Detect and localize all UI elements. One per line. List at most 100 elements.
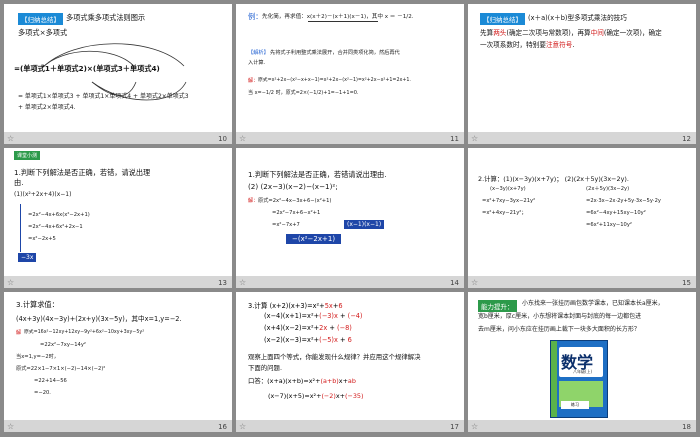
- solution-line-1: 原式=2x²−4x−3x+6−(x²+1): [258, 198, 332, 204]
- highlight-middle: 中间: [590, 29, 604, 37]
- star-icon: ☆: [239, 134, 247, 143]
- slide-number: 16: [218, 423, 227, 431]
- cover-caption: 练习: [561, 401, 589, 409]
- highlight-ends: 两头: [493, 29, 507, 37]
- slide-15[interactable]: 2.计算：(1)(x−3y)(x+7y)； (2)(2x＋5y)(3x−2y).…: [468, 148, 696, 288]
- star-icon: ☆: [7, 134, 15, 143]
- slide-grid: { "slides": [ { "num": "10", "tag": "【归纳…: [0, 0, 700, 437]
- observe-line-2: 下面的问题.: [248, 364, 282, 372]
- question-line-1: 1.判断下列解法是否正确，若错请说出理由.: [248, 170, 387, 179]
- solution-line-5: =22+14−56: [34, 378, 67, 384]
- solution-line-2: =22x²−7xy−14y²: [40, 342, 86, 348]
- star-icon: ☆: [7, 278, 15, 287]
- correction-box-2: −(x²−2x+1): [286, 234, 342, 244]
- slide-number: 11: [450, 135, 459, 143]
- solution-tag: 解: [16, 330, 22, 336]
- work-line-3: =x²−2x+5: [28, 236, 56, 242]
- slide-14[interactable]: 1.判断下列解法是否正确，若错请说出理由. (2) (2x−3)(x−2)−(x…: [236, 148, 464, 288]
- part-a-line-2: =x²+7xy−3yx−21y²: [482, 198, 536, 204]
- slide-number: 17: [450, 423, 459, 431]
- question-line-2: (2) (2x−3)(x−2)−(x−1)²;: [248, 182, 338, 191]
- calc-line-3: (x+4)(x−2)=x²+2x + (−8): [264, 324, 352, 332]
- slide-17[interactable]: 3.计算 (x+2)(x+3)=x²+5x+6 (x−4)(x+1)=x²+(−…: [236, 292, 464, 432]
- slide-11[interactable]: 例： 先化简，再求值：x(x＋2)－(x＋1)(x－1)，其中 x ＝ －1/2…: [236, 4, 464, 144]
- part-b-line-2: =2x·3x−2x·2y+5y·3x−5y·2y: [586, 198, 661, 204]
- calc-line-1: 3.计算 (x+2)(x+3)=x²+5x+6: [248, 302, 343, 310]
- slide-16[interactable]: 3.计算求值： (4x+3y)(4x−3y)+(2x+y)(3x−5y)，其中x…: [4, 292, 232, 432]
- quiz-tag: 课堂小测: [14, 151, 41, 160]
- tip-line-2: 一次项系数时，特别要注意符号.: [480, 41, 575, 49]
- oral-answer-line-1: 口答：(x+a)(x+b)=x²+(a+b)x+ab: [248, 377, 356, 385]
- solution-line-6: =−20.: [34, 390, 51, 396]
- solution-line-1: 原式=16x²−12xy+12xy−9y²+6x²−10xy+3xy−5y²: [24, 330, 145, 335]
- part-b-line-1: (2x＋5y)(3x−2y): [586, 186, 630, 192]
- question-title: 2.计算：(1)(x−3y)(x+7y)； (2)(2x＋5y)(3x−2y).: [478, 175, 629, 183]
- question-text: (4x+3y)(4x−3y)+(2x+y)(3x−5y)，其中x=1,y=−2.: [16, 315, 182, 323]
- slide-number: 12: [682, 135, 691, 143]
- solution-line-2: =2x²−7x+6−x²+1: [272, 210, 321, 216]
- subtitle: 多项式×多项式: [18, 28, 68, 37]
- calc-line-4: (x−2)(x−3)=x²+(−5)x + 6: [264, 336, 352, 344]
- correction-box: −3x: [18, 253, 37, 262]
- slide-footer: [4, 132, 232, 144]
- summary-tag: 【归纳总结】: [18, 13, 63, 25]
- slide-number: 13: [218, 279, 227, 287]
- slide-10[interactable]: 【归纳总结】 多项式乘多项式法则图示 多项式×多项式 =(单项式1＋单项式2)×…: [4, 4, 232, 144]
- question-line-2: 由.: [14, 178, 24, 187]
- slide-13[interactable]: 课堂小测 1.判断下列解法是否正确，若错，请说出理 由. (1)(x²+2x+4…: [4, 148, 232, 288]
- slide-number: 14: [450, 279, 459, 287]
- work-line-2: =2x²−4x+6x²+2x−1: [28, 224, 83, 230]
- summary-tag: 【归纳总结】: [480, 13, 525, 25]
- tip-line-1: 先算两头(确定二次项与常数项)，再算中间(确定一次项)，确定: [480, 29, 662, 37]
- expansion-line-1: = 单项式1×单项式3 + 单项式1×单项式4 + 单项式2×单项式3: [18, 93, 189, 100]
- part-b-line-4: =6x²+11xy−10y²: [586, 222, 632, 228]
- calc-line-2: (x−4)(x+1)=x²+(−3)x + (−4): [264, 312, 363, 320]
- slide-12[interactable]: 【归纳总结】 (x＋a)(x＋b)型多项式乘法的技巧 先算两头(确定二次项与常数…: [468, 4, 696, 144]
- expansion-line-2: + 单项式2×单项式4.: [18, 104, 76, 111]
- solution-line-1: 原式=x²+2x−(x²−x+x−1)=x²+2x−(x²−1)=x²+2x−x…: [258, 78, 411, 83]
- textbook-image: 数学 八年级(上) 练习: [550, 340, 608, 418]
- question-expr: (1)(x²+2x+4)(x−1): [14, 191, 72, 198]
- slide-18[interactable]: 能力提升： 小东找来一张挂历画包数学课本，已知课本长a厘米， 宽b厘米，厚c厘米…: [468, 292, 696, 432]
- work-bracket: [20, 204, 27, 252]
- observe-line-1: 观察上面四个等式，你能发现什么规律？并应用这个规律解决: [248, 353, 421, 361]
- book-spine: [551, 341, 557, 417]
- formula: =(单项式1＋单项式2)×(单项式3＋单项式4): [14, 64, 160, 73]
- part-a-line-1: (x−3y)(x+7y): [490, 186, 526, 192]
- example-label: 例：: [248, 12, 263, 21]
- slide-number: 15: [682, 279, 691, 287]
- solution-line-4: 原式=22×1−7×1×(−2)−14×(−2)²: [16, 366, 106, 372]
- correction-box-1: (x−1)(x−1): [344, 220, 385, 229]
- question-title: 3.计算求值：: [16, 300, 59, 309]
- slide-title: (x＋a)(x＋b)型多项式乘法的技巧: [528, 14, 627, 22]
- highlight-sign: 注意符号: [545, 41, 573, 49]
- star-icon: ☆: [239, 278, 247, 287]
- solution-line-3: =x²−7x+7: [272, 222, 300, 228]
- star-icon: ☆: [239, 422, 247, 431]
- analysis-tag: 【解析】: [248, 50, 269, 56]
- slide-title: 多项式乘多项式法则图示: [66, 13, 146, 22]
- star-icon: ☆: [471, 422, 479, 431]
- slide-footer: [468, 132, 696, 144]
- solution-line-2: 当 x=−1/2 时，原式=2×(−1/2)+1=−1+1=0.: [248, 90, 359, 96]
- analysis-text: 先将式子利用整式乘法展开，合并同类项化简，然后再代: [270, 50, 400, 56]
- problem-line-2: 宽b厘米，厚c厘米，小东想将课本封面与封底的每一边都包进: [478, 313, 642, 320]
- problem-text: 先化简，再求值：x(x＋2)－(x＋1)(x－1)，其中 x ＝ －1/2.: [262, 14, 414, 20]
- ability-tag: 能力提升：: [478, 300, 517, 312]
- star-icon: ☆: [471, 134, 479, 143]
- question-line-1: 1.判断下列解法是否正确，若错，请说出理: [14, 168, 151, 177]
- slide-footer: [468, 420, 696, 432]
- analysis-text-2: 入计算.: [248, 60, 266, 66]
- part-b-line-3: =6x²−4xy+15xy−10y²: [586, 210, 646, 216]
- star-icon: ☆: [7, 422, 15, 431]
- slide-number: 18: [682, 423, 691, 431]
- slide-footer: [236, 276, 464, 288]
- oral-answer-line-2: (x−7)(x+5)=x²+(−2)x+(−35): [268, 392, 364, 400]
- part-a-line-3: =x²+4xy−21y²；: [482, 210, 527, 216]
- slide-footer: [236, 132, 464, 144]
- work-line-1: =2x²−4x+6x(x²−2x+1): [28, 212, 90, 218]
- underline: [308, 21, 378, 22]
- slide-footer: [4, 276, 232, 288]
- slide-number: 10: [218, 135, 227, 143]
- problem-line-1: 小东找来一张挂历画包数学课本，已知课本长a厘米，: [522, 300, 664, 307]
